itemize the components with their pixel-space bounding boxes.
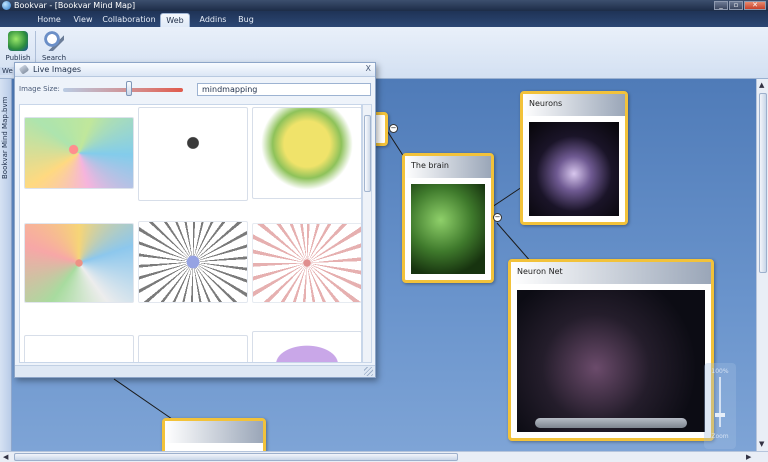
scroll-down-icon[interactable]: ▼	[759, 440, 764, 448]
ribbon-group-label: We	[0, 67, 15, 75]
node-untitled[interactable]	[162, 418, 266, 451]
image-thumbnail[interactable]	[252, 331, 361, 362]
close-icon[interactable]: X	[366, 64, 371, 73]
image-size-slider[interactable]	[63, 88, 183, 92]
neurons-image	[529, 122, 619, 216]
node-title-empty	[165, 421, 263, 443]
tab-home[interactable]: Home	[30, 13, 68, 27]
close-window-button[interactable]: ✕	[744, 1, 766, 10]
image-thumbnail[interactable]	[24, 117, 134, 189]
pin-icon[interactable]	[18, 64, 30, 75]
image-thumbnail[interactable]	[24, 335, 134, 362]
image-thumbnail[interactable]	[138, 107, 248, 201]
panel-header[interactable]: Live Images X	[15, 63, 375, 77]
title-bar: Bookvar - [Bookvar Mind Map] _ ▫ ✕	[0, 0, 768, 11]
connector-line	[496, 222, 533, 264]
vertical-scroll-thumb[interactable]	[759, 93, 767, 273]
tab-view[interactable]: View	[68, 13, 98, 27]
vertical-scrollbar[interactable]: ▲ ▼	[756, 79, 768, 451]
scroll-up-icon[interactable]: ▲	[759, 81, 764, 89]
app-icon	[2, 1, 11, 10]
node-title: Neuron Net	[511, 262, 711, 284]
horizontal-scroll-thumb[interactable]	[14, 453, 458, 461]
gallery-scrollbar[interactable]	[362, 104, 372, 363]
image-thumbnail[interactable]	[138, 335, 248, 362]
collapse-toggle[interactable]: −	[493, 213, 502, 222]
collapse-toggle[interactable]: −	[389, 124, 398, 133]
minimize-button[interactable]: _	[714, 1, 728, 10]
brain-image	[411, 184, 485, 274]
resize-grip-icon[interactable]	[364, 367, 373, 376]
video-controls[interactable]	[535, 418, 687, 428]
zoom-control[interactable]: 100% Zoom	[704, 363, 736, 449]
ribbon-tab-bar: Home View Collaboration Web Addins Bug	[0, 11, 768, 27]
zoom-knob[interactable]	[715, 413, 725, 417]
publish-icon	[8, 31, 28, 51]
panel-footer	[15, 365, 375, 377]
zoom-label: Zoom	[711, 433, 729, 440]
zoom-track[interactable]	[719, 377, 721, 427]
tab-bug[interactable]: Bug	[234, 13, 258, 27]
publish-label: Publish	[5, 54, 31, 62]
node-title: Neurons	[523, 94, 625, 116]
tab-web[interactable]: Web	[160, 13, 190, 27]
search-icon	[44, 31, 64, 51]
scroll-left-icon[interactable]: ◀	[3, 453, 8, 461]
tab-addins[interactable]: Addins	[194, 13, 232, 27]
image-thumbnail[interactable]	[24, 223, 134, 303]
node-neurons[interactable]: Neurons	[520, 91, 628, 225]
live-images-panel: Live Images X Image Size: mindmapping	[14, 62, 376, 378]
gallery-scroll-thumb[interactable]	[364, 115, 371, 192]
document-side-tab[interactable]: Bookvar Mind Map.bvm	[0, 79, 12, 451]
panel-title: Live Images	[33, 65, 82, 74]
scroll-right-icon[interactable]: ▶	[746, 453, 751, 461]
search-button[interactable]: Search	[38, 31, 70, 65]
horizontal-scrollbar[interactable]: ◀ ▶	[0, 451, 768, 462]
node-neuron-net[interactable]: Neuron Net	[508, 259, 714, 441]
neuron-net-video[interactable]	[517, 290, 705, 432]
maximize-button[interactable]: ▫	[729, 1, 743, 10]
search-label: Search	[41, 54, 67, 62]
connector-line	[113, 378, 173, 420]
image-gallery	[19, 104, 362, 363]
publish-button[interactable]: Publish	[2, 31, 34, 65]
node-the-brain[interactable]: The brain	[402, 153, 494, 283]
tab-collaboration[interactable]: Collaboration	[100, 13, 158, 27]
image-search-input[interactable]: mindmapping	[197, 83, 371, 96]
window-title: Bookvar - [Bookvar Mind Map]	[14, 1, 136, 10]
document-tab-label: Bookvar Mind Map.bvm	[1, 96, 9, 179]
image-thumbnail[interactable]	[252, 223, 361, 303]
node-title: The brain	[405, 156, 491, 178]
window-controls: _ ▫ ✕	[714, 1, 766, 10]
zoom-percent: 100%	[711, 368, 729, 375]
image-thumbnail[interactable]	[252, 107, 361, 199]
image-size-slider-knob[interactable]	[126, 81, 132, 96]
image-size-label: Image Size:	[19, 85, 60, 93]
image-thumbnail[interactable]	[138, 221, 248, 303]
